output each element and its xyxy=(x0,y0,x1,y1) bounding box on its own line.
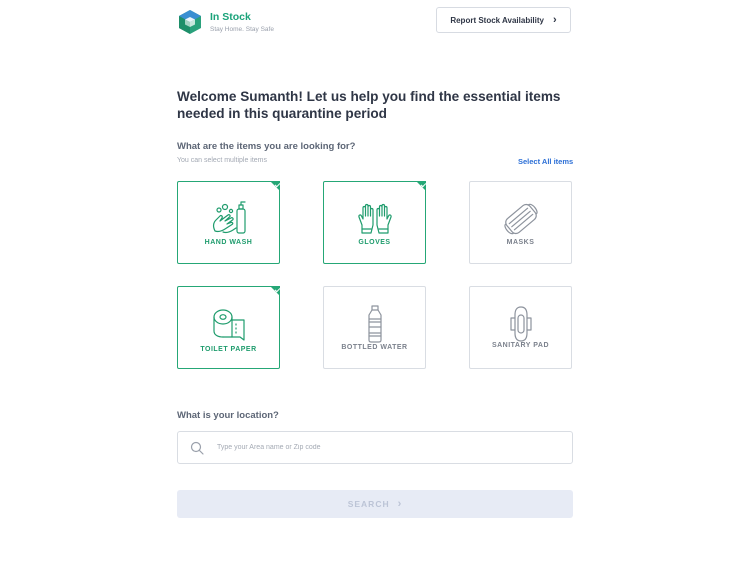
item-label: SANITARY PAD xyxy=(491,342,550,349)
location-field[interactable] xyxy=(177,431,573,464)
report-stock-button[interactable]: Report Stock Availability › xyxy=(436,7,571,33)
mask-icon xyxy=(501,199,541,239)
item-label: BOTTLED WATER xyxy=(341,344,408,351)
item-label: MASKS xyxy=(506,239,535,246)
item-label: GLOVES xyxy=(358,239,391,246)
item-card-toilet-paper[interactable]: TOILET PAPER xyxy=(177,286,280,369)
selected-check-icon xyxy=(416,181,426,191)
cube-logo-icon xyxy=(179,10,201,34)
gloves-icon xyxy=(355,199,395,239)
report-stock-label: Report Stock Availability xyxy=(450,15,544,25)
item-label: TOILET PAPER xyxy=(200,346,257,353)
item-card-sanitary-pad[interactable]: SANITARY PAD xyxy=(469,286,572,369)
toilet-paper-icon xyxy=(209,304,249,344)
chevron-right-icon: › xyxy=(552,13,557,26)
selected-check-icon xyxy=(270,181,280,191)
brand-logo[interactable]: In Stock Stay Home. Stay Safe xyxy=(177,9,274,35)
hand-wash-icon xyxy=(209,199,249,239)
item-label: HAND WASH xyxy=(204,239,253,246)
brand-tagline: Stay Home. Stay Safe xyxy=(210,26,274,33)
water-bottle-icon xyxy=(355,304,395,344)
items-hint: You can select multiple items xyxy=(177,157,268,164)
item-card-bottled-water[interactable]: BOTTLED WATER xyxy=(323,286,426,369)
page-title: Welcome Sumanth! Let us help you find th… xyxy=(177,89,561,121)
sanitary-pad-icon xyxy=(501,304,541,344)
search-button-label: SEARCH xyxy=(347,499,390,509)
location-input[interactable] xyxy=(215,443,549,452)
item-card-hand-wash[interactable]: HAND WASH xyxy=(177,181,280,264)
chevron-right-icon: › xyxy=(397,497,403,510)
select-all-link[interactable]: Select All items xyxy=(518,157,573,166)
item-card-masks[interactable]: MASKS xyxy=(469,181,572,264)
search-icon xyxy=(190,441,204,455)
item-card-gloves[interactable]: GLOVES xyxy=(323,181,426,264)
location-question: What is your location? xyxy=(177,410,279,421)
selected-check-icon xyxy=(270,286,280,296)
brand-name: In Stock xyxy=(210,11,251,23)
items-question: What are the items you are looking for? xyxy=(177,141,356,152)
search-button[interactable]: SEARCH › xyxy=(177,490,573,518)
